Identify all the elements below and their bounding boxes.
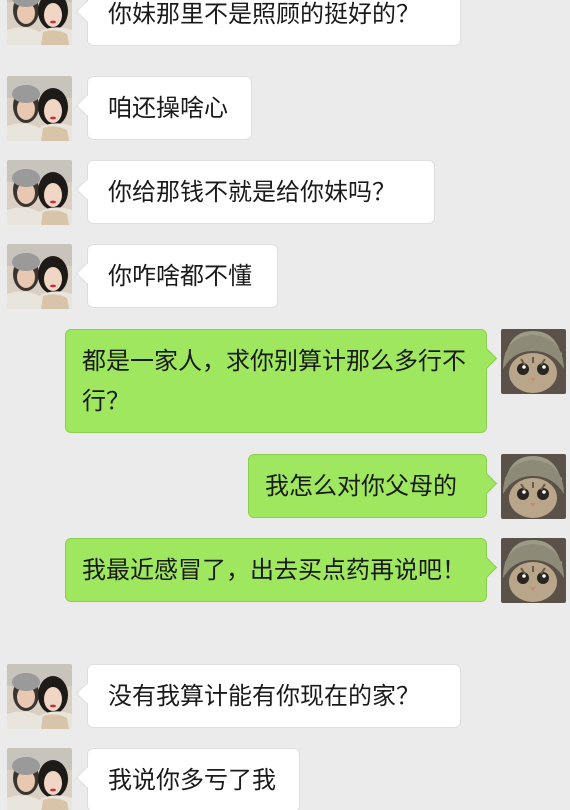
message-bubble[interactable]: 你妹那里不是照顾的挺好的？ (87, 0, 461, 46)
contact-avatar[interactable] (7, 748, 72, 810)
message-bubble[interactable]: 咱还操啥心 (87, 76, 252, 140)
message-bubble[interactable]: 我怎么对你父母的 (248, 454, 487, 518)
message-text: 你咋啥都不懂 (108, 262, 252, 290)
contact-avatar[interactable] (7, 0, 72, 45)
message-text: 我最近感冒了，出去买点药再说吧！ (82, 556, 466, 584)
message-bubble[interactable]: 你咋啥都不懂 (87, 244, 278, 308)
contact-avatar[interactable] (7, 244, 72, 309)
message-text: 你妹那里不是照顾的挺好的？ (108, 0, 420, 28)
cat-photo-icon (501, 454, 566, 519)
cat-avatar[interactable] (501, 329, 566, 394)
contact-photo-icon (7, 160, 72, 225)
message-bubble[interactable]: 我说你多亏了我 (87, 748, 300, 810)
contact-photo-icon (7, 664, 72, 729)
cat-avatar[interactable] (501, 538, 566, 603)
message-text: 都是一家人，求你别算计那么多行不行？ (82, 347, 466, 415)
chat-message-list[interactable]: 你妹那里不是照顾的挺好的？ 咱还操啥心 你给那钱不就是给你妹吗？ 你咋啥都不懂 … (0, 0, 570, 810)
contact-avatar[interactable] (7, 160, 72, 225)
message-bubble[interactable]: 没有我算计能有你现在的家？ (87, 664, 461, 728)
message-text: 咱还操啥心 (108, 94, 228, 122)
cat-photo-icon (501, 329, 566, 394)
message-bubble[interactable]: 你给那钱不就是给你妹吗？ (87, 160, 435, 224)
message-bubble[interactable]: 我最近感冒了，出去买点药再说吧！ (65, 538, 487, 602)
contact-photo-icon (7, 748, 72, 810)
contact-avatar[interactable] (7, 664, 72, 729)
message-text: 我说你多亏了我 (108, 766, 276, 794)
contact-photo-icon (7, 244, 72, 309)
message-text: 我怎么对你父母的 (265, 472, 457, 500)
message-text: 你给那钱不就是给你妹吗？ (108, 178, 396, 206)
message-bubble[interactable]: 都是一家人，求你别算计那么多行不行？ (65, 329, 487, 433)
cat-avatar[interactable] (501, 454, 566, 519)
contact-photo-icon (7, 76, 72, 141)
contact-avatar[interactable] (7, 76, 72, 141)
contact-photo-icon (7, 0, 72, 45)
message-text: 没有我算计能有你现在的家？ (108, 682, 420, 710)
cat-photo-icon (501, 538, 566, 603)
